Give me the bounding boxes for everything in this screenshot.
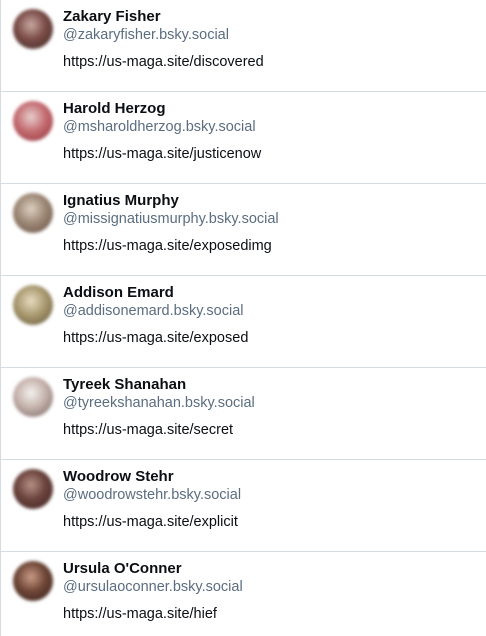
- user-handle[interactable]: @zakaryfisher.bsky.social: [63, 27, 229, 43]
- user-bio: https://us-maga.site/explicit: [63, 514, 238, 530]
- user-display-name[interactable]: Ursula O'Conner: [63, 560, 182, 577]
- user-handle[interactable]: @missignatiusmurphy.bsky.social: [63, 211, 279, 227]
- avatar[interactable]: [13, 101, 53, 141]
- avatar[interactable]: [13, 193, 53, 233]
- user-row[interactable]: Addison Emard @addisonemard.bsky.social …: [1, 276, 486, 368]
- user-bio: https://us-maga.site/exposedimg: [63, 238, 272, 254]
- user-display-name[interactable]: Tyreek Shanahan: [63, 376, 186, 393]
- user-bio: https://us-maga.site/secret: [63, 422, 234, 438]
- user-handle[interactable]: @addisonemard.bsky.social: [63, 303, 243, 319]
- avatar[interactable]: [13, 561, 53, 601]
- user-handle[interactable]: @ursulaoconner.bsky.social: [63, 579, 243, 595]
- avatar[interactable]: [13, 9, 53, 49]
- user-bio: https://us-maga.site/justicenow: [63, 146, 262, 162]
- user-row[interactable]: Zakary Fisher @zakaryfisher.bsky.social …: [1, 0, 486, 92]
- avatar[interactable]: [13, 377, 53, 417]
- user-handle[interactable]: @tyreekshanahan.bsky.social: [63, 395, 255, 411]
- user-display-name[interactable]: Woodrow Stehr: [63, 468, 174, 485]
- user-display-name[interactable]: Zakary Fisher: [63, 8, 161, 25]
- user-row[interactable]: Ursula O'Conner @ursulaoconner.bsky.soci…: [1, 552, 486, 636]
- user-bio: https://us-maga.site/exposed: [63, 330, 249, 346]
- user-display-name[interactable]: Harold Herzog: [63, 100, 166, 117]
- user-row[interactable]: Tyreek Shanahan @tyreekshanahan.bsky.soc…: [1, 368, 486, 460]
- user-handle[interactable]: @woodrowstehr.bsky.social: [63, 487, 241, 503]
- avatar[interactable]: [13, 285, 53, 325]
- user-bio: https://us-maga.site/hief: [63, 606, 217, 622]
- user-handle[interactable]: @msharoldherzog.bsky.social: [63, 119, 256, 135]
- user-row[interactable]: Harold Herzog @msharoldherzog.bsky.socia…: [1, 92, 486, 184]
- avatar[interactable]: [13, 469, 53, 509]
- user-row[interactable]: Woodrow Stehr @woodrowstehr.bsky.social …: [1, 460, 486, 552]
- user-list: Zakary Fisher @zakaryfisher.bsky.social …: [0, 0, 486, 636]
- user-bio: https://us-maga.site/discovered: [63, 54, 264, 70]
- user-display-name[interactable]: Ignatius Murphy: [63, 192, 179, 209]
- user-display-name[interactable]: Addison Emard: [63, 284, 174, 301]
- user-row[interactable]: Ignatius Murphy @missignatiusmurphy.bsky…: [1, 184, 486, 276]
